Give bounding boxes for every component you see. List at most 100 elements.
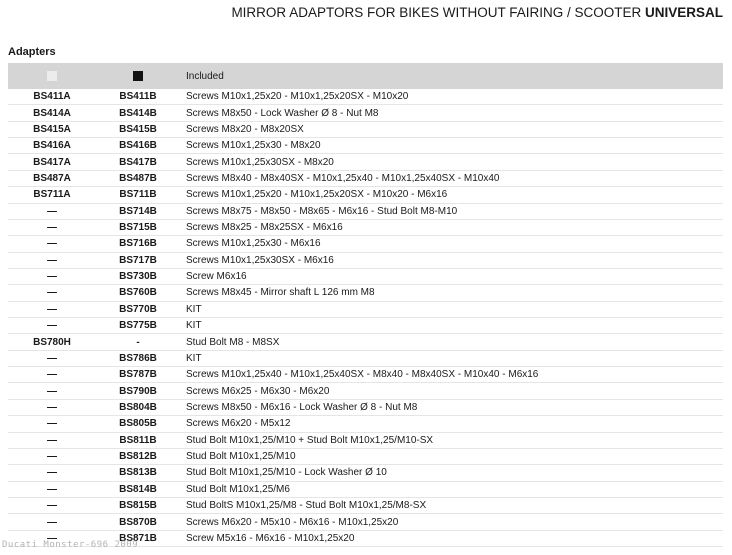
included-parts-cell: Stud Bolt M10x1,25/M10 [180,451,723,462]
included-column-header: Included [180,71,723,82]
included-parts-cell: Screws M6x20 - M5x10 - M6x16 - M10x1,25x… [180,517,723,528]
included-parts-cell: Screws M8x25 - M8x25SX - M6x16 [180,222,723,233]
included-parts-cell: Screws M10x1,25x20 - M10x1,25x20SX - M10… [180,91,723,102]
table-row: — BS811B Stud Bolt M10x1,25/M10 + Stud B… [8,433,723,449]
column-a-header [8,71,96,81]
adapter-code-b-cell: BS715B [96,222,180,233]
included-parts-cell: Screws M8x75 - M8x50 - M8x65 - M6x16 - S… [180,206,723,217]
adapter-code-a-cell: — [8,451,96,462]
table-row: — BS813B Stud Bolt M10x1,25/M10 - Lock W… [8,465,723,481]
table-row: — BS787B Screws M10x1,25x40 - M10x1,25x4… [8,367,723,383]
adapter-code-b-cell: BS805B [96,418,180,429]
adapter-code-a-cell: BS487A [8,173,96,184]
page: MIRROR ADAPTORS FOR BIKES WITHOUT FAIRIN… [0,0,732,555]
table-row: BS487A BS487B Screws M8x40 - M8x40SX - M… [8,171,723,187]
adapters-section-label: Adapters [8,46,56,58]
adapter-code-b-cell: BS711B [96,189,180,200]
adapter-code-a-cell: — [8,271,96,282]
table-row: BS711A BS711B Screws M10x1,25x20 - M10x1… [8,187,723,203]
adapter-code-b-cell: BS775B [96,320,180,331]
table-row: BS416A BS416B Screws M10x1,25x30 - M8x20 [8,138,723,154]
included-parts-cell: Stud BoltS M10x1,25/M8 - Stud Bolt M10x1… [180,500,723,511]
table-row: — BS716B Screws M10x1,25x30 - M6x16 [8,236,723,252]
included-parts-cell: Screws M10x1,25x30SX - M6x16 [180,255,723,266]
table-row: — BS814B Stud Bolt M10x1,25/M6 [8,482,723,498]
adapter-code-b-cell: BS760B [96,287,180,298]
adapter-code-a-cell: — [8,386,96,397]
adapter-code-a-cell: — [8,222,96,233]
adapter-code-a-cell: BS417A [8,157,96,168]
adapter-code-b-cell: BS416B [96,140,180,151]
adapter-code-b-cell: BS415B [96,124,180,135]
adapter-code-a-cell: — [8,206,96,217]
adapter-code-b-cell: - [96,337,180,348]
included-parts-cell: Screws M10x1,25x20 - M10x1,25x20SX - M10… [180,189,723,200]
adapter-code-b-cell: BS730B [96,271,180,282]
adapter-code-a-cell: BS711A [8,189,96,200]
adapter-code-a-cell: — [8,320,96,331]
adapter-code-b-cell: BS804B [96,402,180,413]
adapter-code-b-cell: BS414B [96,108,180,119]
included-parts-cell: Stud Bolt M10x1,25/M10 + Stud Bolt M10x1… [180,435,723,446]
included-parts-cell: Screws M8x40 - M8x40SX - M10x1,25x40 - M… [180,173,723,184]
adapter-code-b-cell: BS417B [96,157,180,168]
table-row: BS411A BS411B Screws M10x1,25x20 - M10x1… [8,89,723,105]
table-body: BS411A BS411B Screws M10x1,25x20 - M10x1… [8,89,723,547]
included-parts-cell: Screws M6x20 - M5x12 [180,418,723,429]
adapter-code-a-cell: — [8,238,96,249]
included-parts-cell: KIT [180,304,723,315]
table-row: — BS715B Screws M8x25 - M8x25SX - M6x16 [8,220,723,236]
table-row: — BS786B KIT [8,351,723,367]
adapter-code-a-cell: — [8,418,96,429]
adapter-code-a-cell: — [8,287,96,298]
table-row: BS417A BS417B Screws M10x1,25x30SX - M8x… [8,154,723,170]
table-header-row: Included [8,63,723,89]
included-parts-cell: Screws M8x20 - M8x20SX [180,124,723,135]
included-parts-cell: Screws M8x45 - Mirror shaft L 126 mm M8 [180,287,723,298]
table-row: — BS770B KIT [8,302,723,318]
included-parts-cell: Screws M10x1,25x30SX - M8x20 [180,157,723,168]
page-title: MIRROR ADAPTORS FOR BIKES WITHOUT FAIRIN… [0,5,723,20]
included-parts-cell: Screws M10x1,25x40 - M10x1,25x40SX - M8x… [180,369,723,380]
adapter-code-b-cell: BS714B [96,206,180,217]
table-row: — BS714B Screws M8x75 - M8x50 - M8x65 - … [8,204,723,220]
adapter-code-b-cell: BS812B [96,451,180,462]
table-row: — BS717B Screws M10x1,25x30SX - M6x16 [8,253,723,269]
adapter-code-a-cell: BS415A [8,124,96,135]
adapter-code-a-cell: BS780H [8,337,96,348]
table-row: — BS805B Screws M6x20 - M5x12 [8,416,723,432]
page-title-text: MIRROR ADAPTORS FOR BIKES WITHOUT FAIRIN… [231,5,645,20]
adapter-code-a-cell: BS411A [8,91,96,102]
adapter-code-b-cell: BS790B [96,386,180,397]
adapter-code-b-cell: BS811B [96,435,180,446]
included-parts-cell: Screws M6x25 - M6x30 - M6x20 [180,386,723,397]
adapter-code-b-cell: BS786B [96,353,180,364]
adapter-code-b-cell: BS770B [96,304,180,315]
adapter-code-a-cell: — [8,369,96,380]
adapter-code-a-cell: — [8,353,96,364]
table-row: — BS790B Screws M6x25 - M6x30 - M6x20 [8,383,723,399]
table-row: — BS775B KIT [8,318,723,334]
table-row: — BS815B Stud BoltS M10x1,25/M8 - Stud B… [8,498,723,514]
adapter-code-b-cell: BS716B [96,238,180,249]
included-parts-cell: Screws M10x1,25x30 - M8x20 [180,140,723,151]
included-parts-cell: Screws M8x50 - Lock Washer Ø 8 - Nut M8 [180,108,723,119]
adapter-code-b-cell: BS815B [96,500,180,511]
adapter-code-b-cell: BS717B [96,255,180,266]
adapter-code-a-cell: — [8,467,96,478]
included-parts-cell: Screw M6x16 [180,271,723,282]
included-parts-cell: Screws M10x1,25x30 - M6x16 [180,238,723,249]
table-row: — BS760B Screws M8x45 - Mirror shaft L 1… [8,285,723,301]
adapter-code-b-cell: BS787B [96,369,180,380]
table-row: — BS730B Screw M6x16 [8,269,723,285]
adapter-code-b-cell: BS487B [96,173,180,184]
adapter-code-b-cell: BS870B [96,517,180,528]
adapter-code-b-cell: BS814B [96,484,180,495]
adapter-code-a-cell: — [8,484,96,495]
adapter-code-a-cell: — [8,255,96,266]
table-row: — BS804B Screws M8x50 - M6x16 - Lock Was… [8,400,723,416]
table-row: BS415A BS415B Screws M8x20 - M8x20SX [8,122,723,138]
white-square-swatch-icon [47,71,57,81]
adapter-code-b-cell: BS411B [96,91,180,102]
table-row: — BS812B Stud Bolt M10x1,25/M10 [8,449,723,465]
